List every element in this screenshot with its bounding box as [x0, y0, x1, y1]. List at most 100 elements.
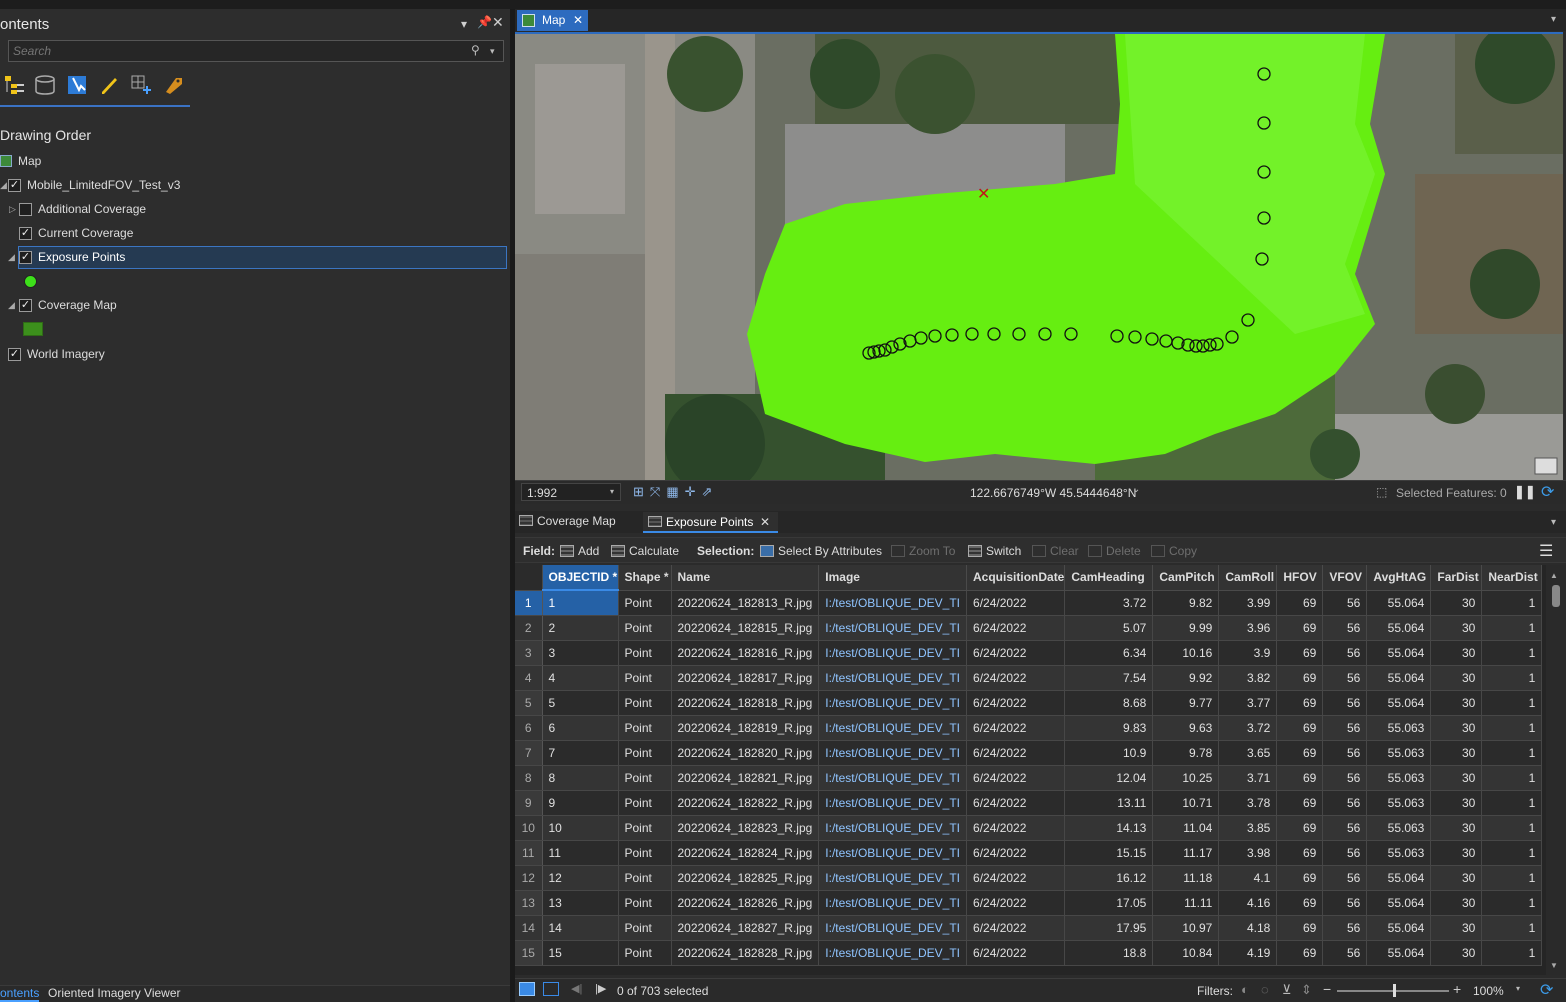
zoom-out-icon[interactable]: −	[1323, 981, 1331, 997]
table-cell[interactable]: 1	[1481, 590, 1543, 616]
table-cell[interactable]: I:/test/OBLIQUE_DEV_TI	[818, 665, 968, 691]
table-cell[interactable]: 6/24/2022	[966, 940, 1066, 966]
row-header-corner[interactable]	[515, 565, 543, 591]
select-by-attributes-button[interactable]: Select By Attributes	[760, 544, 882, 558]
table-cell[interactable]: 1	[1481, 940, 1543, 966]
table-cell[interactable]: Point	[618, 915, 672, 941]
table-cell[interactable]: 3.65	[1218, 740, 1278, 766]
table-cell[interactable]: 6/24/2022	[966, 815, 1066, 841]
column-header[interactable]: CamRoll	[1218, 565, 1278, 591]
table-cell[interactable]: 9.82	[1152, 590, 1220, 616]
table-cell[interactable]: 69	[1276, 790, 1324, 816]
table-cell[interactable]: 1	[1481, 790, 1543, 816]
table-cell[interactable]: 1	[1481, 890, 1543, 916]
table-row[interactable]: 4 4 Point 20220624_182817_R.jpg I:/test/OBLI…	[515, 665, 1543, 691]
table-cell[interactable]: 9.92	[1152, 665, 1220, 691]
table-cell[interactable]: 14.13	[1064, 815, 1154, 841]
visibility-checkbox[interactable]: ✓	[8, 348, 21, 361]
point-symbol-icon[interactable]	[24, 275, 37, 288]
table-cell[interactable]: 55.064	[1366, 915, 1432, 941]
table-row[interactable]: 10 10 Point 20220624_182823_R.jpg I:/test/OB…	[515, 815, 1543, 841]
scale-selector[interactable]: 1:992 ▾	[521, 483, 621, 501]
row-number[interactable]: 14	[515, 915, 543, 941]
delete-button[interactable]: Delete	[1088, 544, 1141, 558]
table-cell[interactable]: 6/24/2022	[966, 640, 1066, 666]
refresh-table-icon[interactable]: ⟳	[1540, 980, 1553, 1000]
polygon-symbol-icon[interactable]	[23, 322, 43, 336]
table-cell[interactable]: 56	[1322, 690, 1368, 716]
table-cell[interactable]: 69	[1276, 865, 1324, 891]
calculate-field-button[interactable]: Calculate	[611, 544, 679, 558]
table-row[interactable]: 7 7 Point 20220624_182820_R.jpg I:/test/OBLI…	[515, 740, 1543, 766]
search-input[interactable]	[13, 43, 453, 59]
table-cell[interactable]: 6/24/2022	[966, 790, 1066, 816]
table-cell[interactable]: Point	[618, 890, 672, 916]
table-cell[interactable]: 56	[1322, 740, 1368, 766]
table-cell[interactable]: 56	[1322, 590, 1368, 616]
zoom-slider-thumb[interactable]	[1393, 984, 1396, 997]
table-cell[interactable]: 56	[1322, 940, 1368, 966]
table-cell[interactable]: Point	[618, 740, 672, 766]
table-cell[interactable]: 55.064	[1366, 865, 1432, 891]
table-cell[interactable]: 4.16	[1218, 890, 1278, 916]
table-cell[interactable]: 7.54	[1064, 665, 1154, 691]
tree-item-world-imagery[interactable]: ✓ World Imagery	[0, 343, 500, 365]
coordinate-format-icon[interactable]: ⌄	[1132, 484, 1140, 495]
list-by-data-source-icon[interactable]	[34, 74, 56, 96]
show-selected-records-icon[interactable]	[543, 982, 559, 996]
table-cell[interactable]: 3	[542, 640, 619, 666]
table-cell[interactable]: 55.064	[1366, 890, 1432, 916]
table-cell[interactable]: 69	[1276, 815, 1324, 841]
table-cell[interactable]: 20220624_182816_R.jpg	[671, 640, 820, 666]
visibility-checkbox[interactable]	[19, 203, 32, 216]
table-cell[interactable]: 69	[1276, 665, 1324, 691]
table-cell[interactable]: 2	[542, 615, 619, 641]
table-cell[interactable]: I:/test/OBLIQUE_DEV_TI	[818, 640, 968, 666]
visibility-checkbox[interactable]: ✓	[8, 179, 21, 192]
table-cell[interactable]: 55.063	[1366, 840, 1432, 866]
table-row[interactable]: 11 11 Point 20220624_182824_R.jpg I:/test/OB…	[515, 840, 1543, 866]
table-cell[interactable]: 55.064	[1366, 615, 1432, 641]
table-cell[interactable]: Point	[618, 690, 672, 716]
column-header[interactable]: Shape *	[618, 565, 672, 591]
table-cell[interactable]: 8	[542, 765, 619, 791]
column-header[interactable]: HFOV	[1276, 565, 1324, 591]
table-cell[interactable]: 20220624_182826_R.jpg	[671, 890, 820, 916]
table-cell[interactable]: 56	[1322, 665, 1368, 691]
table-cell[interactable]: I:/test/OBLIQUE_DEV_TI	[818, 590, 968, 616]
table-cell[interactable]: 8.68	[1064, 690, 1154, 716]
tab-exposure-points[interactable]: Exposure Points ✕	[643, 512, 778, 533]
table-row[interactable]: 2 2 Point 20220624_182815_R.jpg I:/test/OBLI…	[515, 615, 1543, 641]
row-number[interactable]: 4	[515, 665, 543, 691]
table-row[interactable]: 9 9 Point 20220624_182822_R.jpg I:/test/OBLI…	[515, 790, 1543, 816]
table-cell[interactable]: I:/test/OBLIQUE_DEV_TI	[818, 615, 968, 641]
row-number[interactable]: 15	[515, 940, 543, 966]
zoom-level[interactable]: 100%	[1473, 984, 1521, 998]
copy-button[interactable]: Copy	[1151, 544, 1197, 558]
table-cell[interactable]: 30	[1430, 890, 1483, 916]
table-cell[interactable]: 69	[1276, 890, 1324, 916]
search-dropdown-icon[interactable]: ▾	[490, 46, 495, 57]
table-cell[interactable]: I:/test/OBLIQUE_DEV_TI	[818, 765, 968, 791]
table-cell[interactable]: 15	[542, 940, 619, 966]
clear-selection-button[interactable]: Clear	[1032, 544, 1079, 558]
table-cell[interactable]: 10.9	[1064, 740, 1154, 766]
table-cell[interactable]: 55.063	[1366, 740, 1432, 766]
table-cell[interactable]: 30	[1430, 865, 1483, 891]
table-cell[interactable]: 7	[542, 740, 619, 766]
table-cell[interactable]: 69	[1276, 690, 1324, 716]
table-cell[interactable]: 6/24/2022	[966, 715, 1066, 741]
column-header[interactable]: VFOV	[1322, 565, 1368, 591]
table-cell[interactable]: 5	[542, 690, 619, 716]
table-cell[interactable]: I:/test/OBLIQUE_DEV_TI	[818, 790, 968, 816]
table-cell[interactable]: 30	[1430, 640, 1483, 666]
table-cell[interactable]: 56	[1322, 765, 1368, 791]
table-cell[interactable]: 9.99	[1152, 615, 1220, 641]
table-cell[interactable]: 20220624_182820_R.jpg	[671, 740, 820, 766]
table-cell[interactable]: I:/test/OBLIQUE_DEV_TI	[818, 715, 968, 741]
table-cell[interactable]: I:/test/OBLIQUE_DEV_TI	[818, 890, 968, 916]
table-cell[interactable]: 30	[1430, 940, 1483, 966]
table-cell[interactable]: 1	[1481, 740, 1543, 766]
pause-drawing-icon[interactable]: ❚❚	[1514, 484, 1536, 500]
tab-coverage-map[interactable]: Coverage Map	[519, 514, 616, 533]
